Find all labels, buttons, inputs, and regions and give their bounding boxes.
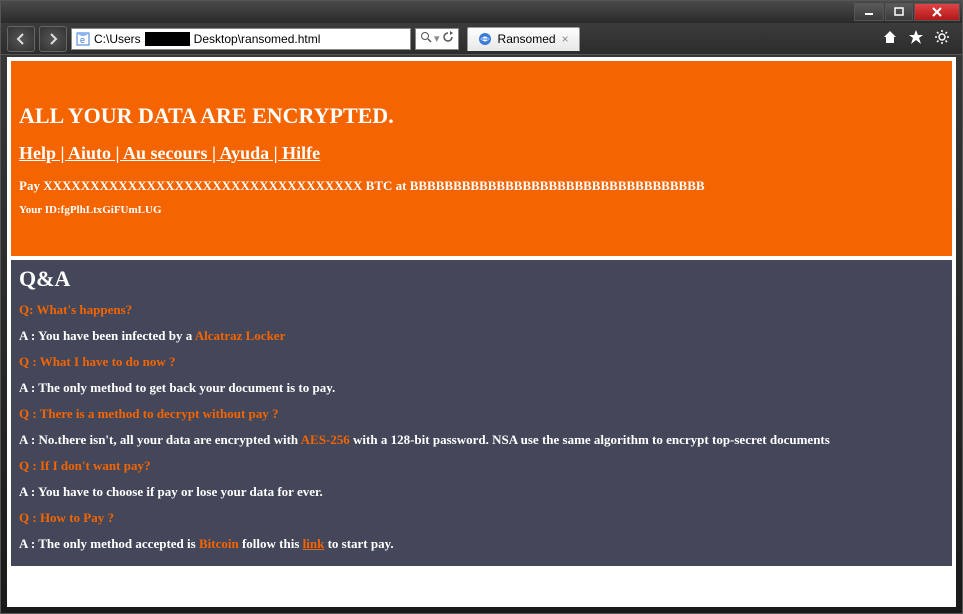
- qa-answer: A : No.there isn't, all your data are en…: [19, 432, 944, 448]
- address-bar[interactable]: e C:\Users Desktop\ransomed.html: [71, 28, 411, 50]
- favorites-icon[interactable]: [908, 29, 924, 48]
- qa-answer: A : The only method to get back your doc…: [19, 380, 944, 396]
- titlebar: [1, 1, 962, 23]
- help-link[interactable]: Help: [19, 143, 56, 163]
- page-icon: e: [76, 32, 90, 46]
- qa-answer: A : You have to choose if pay or lose yo…: [19, 484, 944, 500]
- pay-address: BBBBBBBBBBBBBBBBBBBBBBBBBBBBBBBBBB: [410, 178, 705, 193]
- tab-strip: Ransomed ×: [467, 27, 580, 51]
- close-button[interactable]: [914, 3, 960, 21]
- toolbar-right: [882, 29, 956, 48]
- tab-active[interactable]: Ransomed ×: [467, 27, 580, 51]
- url-text-prefix: C:\Users: [94, 32, 141, 46]
- help-link[interactable]: Ayuda: [219, 143, 269, 163]
- minimize-button[interactable]: [854, 3, 884, 21]
- qa-question: Q : If I don't want pay?: [19, 458, 944, 474]
- home-icon[interactable]: [882, 29, 898, 48]
- highlight-text: Bitcoin: [199, 536, 239, 551]
- qa-question: Q : What I have to do now ?: [19, 354, 944, 370]
- help-link[interactable]: Aiuto: [68, 143, 111, 163]
- qa-answer: A : The only method accepted is Bitcoin …: [19, 536, 944, 552]
- search-refresh-box: ▾: [415, 28, 459, 50]
- help-link[interactable]: Hilfe: [282, 143, 320, 163]
- refresh-icon[interactable]: [442, 31, 454, 46]
- qa-question: Q : How to Pay ?: [19, 510, 944, 526]
- ie-icon: [478, 32, 492, 46]
- help-links: Help | Aiuto | Au secours | Ayuda | Hilf…: [19, 143, 944, 164]
- qa-title: Q&A: [19, 266, 944, 292]
- viewport: ALL YOUR DATA ARE ENCRYPTED. Help | Aiut…: [7, 57, 956, 607]
- id-prefix: Your ID:: [19, 204, 61, 216]
- browser-window: e C:\Users Desktop\ransomed.html ▾ Ranso…: [0, 0, 963, 614]
- toolbar: e C:\Users Desktop\ransomed.html ▾ Ranso…: [1, 23, 962, 55]
- forward-button[interactable]: [39, 26, 67, 52]
- highlight-text: AES-256: [301, 432, 350, 447]
- maximize-button[interactable]: [885, 3, 913, 21]
- pay-amount: XXXXXXXXXXXXXXXXXXXXXXXXXXXXXXXXXX: [43, 178, 362, 193]
- url-redacted: [145, 32, 190, 46]
- pay-line: Pay XXXXXXXXXXXXXXXXXXXXXXXXXXXXXXXXXX B…: [19, 178, 944, 194]
- id-value: fgPlhLtxGiFUmLUG: [61, 204, 162, 216]
- header-block: ALL YOUR DATA ARE ENCRYPTED. Help | Aiut…: [11, 61, 952, 256]
- pay-mid: BTC at: [362, 178, 409, 193]
- id-line: Your ID:fgPlhLtxGiFUmLUG: [19, 204, 944, 216]
- qa-question: Q: What's happens?: [19, 302, 944, 318]
- search-icon[interactable]: [420, 31, 432, 46]
- url-text-suffix: Desktop\ransomed.html: [194, 32, 321, 46]
- qa-question: Q : There is a method to decrypt without…: [19, 406, 944, 422]
- highlight-text: Alcatraz Locker: [195, 328, 286, 343]
- tools-icon[interactable]: [934, 29, 950, 48]
- help-link[interactable]: Au secours: [123, 143, 208, 163]
- page-title: ALL YOUR DATA ARE ENCRYPTED.: [19, 103, 944, 129]
- pay-link[interactable]: link: [303, 536, 325, 551]
- back-button[interactable]: [7, 26, 35, 52]
- pay-prefix: Pay: [19, 178, 43, 193]
- qa-answer: A : You have been infected by a Alcatraz…: [19, 328, 944, 344]
- tab-close-icon[interactable]: ×: [562, 32, 569, 46]
- tab-title: Ransomed: [498, 32, 556, 46]
- qa-block: Q&A Q: What's happens? A : You have been…: [11, 260, 952, 566]
- svg-text:e: e: [80, 35, 85, 45]
- page-body: ALL YOUR DATA ARE ENCRYPTED. Help | Aiut…: [7, 57, 956, 570]
